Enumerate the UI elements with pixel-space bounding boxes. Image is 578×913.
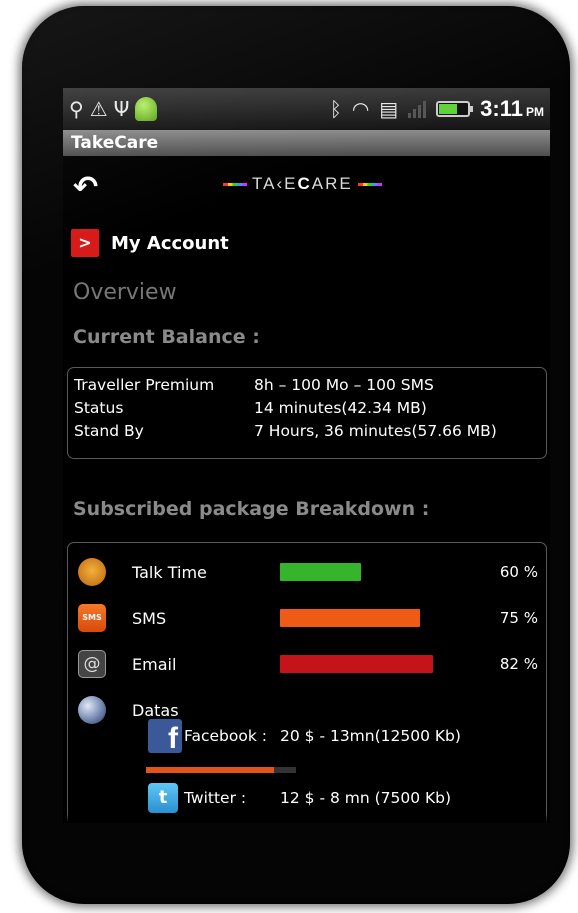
balance-row: Stand By 7 Hours, 36 minutes(57.66 MB) (74, 422, 497, 440)
package-breakdown-title: Subscribed package Breakdown : (73, 498, 430, 520)
app-title: TakeCare (71, 133, 159, 153)
status-clock: 3:11 PM (480, 96, 544, 121)
globe-icon (78, 696, 106, 724)
data-item-twitter[interactable]: t Twitter : 12 $ - 8 mn (7500 Kb) (148, 783, 451, 813)
package-breakdown-panel: Talk Time 60 % SMS SMS 75 % @ Email 82 %… (67, 542, 547, 823)
usage-row-talk[interactable]: Talk Time 60 % (68, 555, 546, 589)
usage-percent: 75 % (499, 609, 538, 627)
app-header: ↶ TA‹KECARE (63, 168, 550, 208)
wifi-icon: ◠ (351, 97, 370, 121)
status-bar: ⚲ ⚠ Ψ ᛒ ◠ ▤ 3:11 PM (63, 88, 550, 130)
balance-panel: Traveller Premium 8h – 100 Mo – 100 SMS S… (67, 367, 547, 459)
warning-icon: ⚠ (89, 97, 108, 121)
usage-percent: 82 % (499, 655, 538, 673)
my-account-row[interactable]: > My Account (71, 229, 229, 257)
chevron-right-icon[interactable]: > (71, 229, 99, 257)
usage-bar (280, 563, 362, 581)
usage-percent: 60 % (499, 563, 538, 581)
email-at-icon: @ (78, 650, 106, 678)
sync-icon: ▤ (379, 97, 399, 121)
facebook-icon: f (148, 719, 182, 755)
battery-icon (436, 101, 474, 117)
twitter-icon: t (148, 783, 178, 813)
usage-bar (280, 655, 433, 673)
overview-heading: Overview (73, 280, 177, 305)
usage-row-sms[interactable]: SMS SMS 75 % (68, 601, 546, 635)
location-icon: ⚲ (69, 97, 84, 121)
back-arrow-icon[interactable]: ↶ (73, 170, 98, 205)
usb-icon: Ψ (113, 97, 130, 121)
balance-row: Traveller Premium 8h – 100 Mo – 100 SMS (74, 376, 434, 394)
my-account-label: My Account (111, 232, 229, 254)
takecare-logo: TA‹KECARE (218, 174, 387, 194)
phone-screen: ⚲ ⚠ Ψ ᛒ ◠ ▤ 3:11PM TakeCare ↶ TA‹KECARE … (63, 88, 550, 823)
bluetooth-icon: ᛒ (329, 97, 342, 121)
usage-row-email[interactable]: @ Email 82 % (68, 647, 546, 681)
balance-row: Status 14 minutes(42.34 MB) (74, 399, 427, 417)
signal-icon (408, 100, 427, 118)
facebook-usage-bar (146, 767, 296, 773)
sms-icon: SMS (78, 604, 106, 632)
android-icon (135, 97, 158, 121)
usage-bar (280, 609, 421, 627)
data-item-facebook[interactable]: f Facebook : 20 $ - 13mn(12500 Kb) (148, 719, 461, 755)
talk-bubble-icon (78, 558, 106, 586)
current-balance-title: Current Balance : (73, 326, 260, 348)
app-title-bar: TakeCare (63, 130, 550, 156)
